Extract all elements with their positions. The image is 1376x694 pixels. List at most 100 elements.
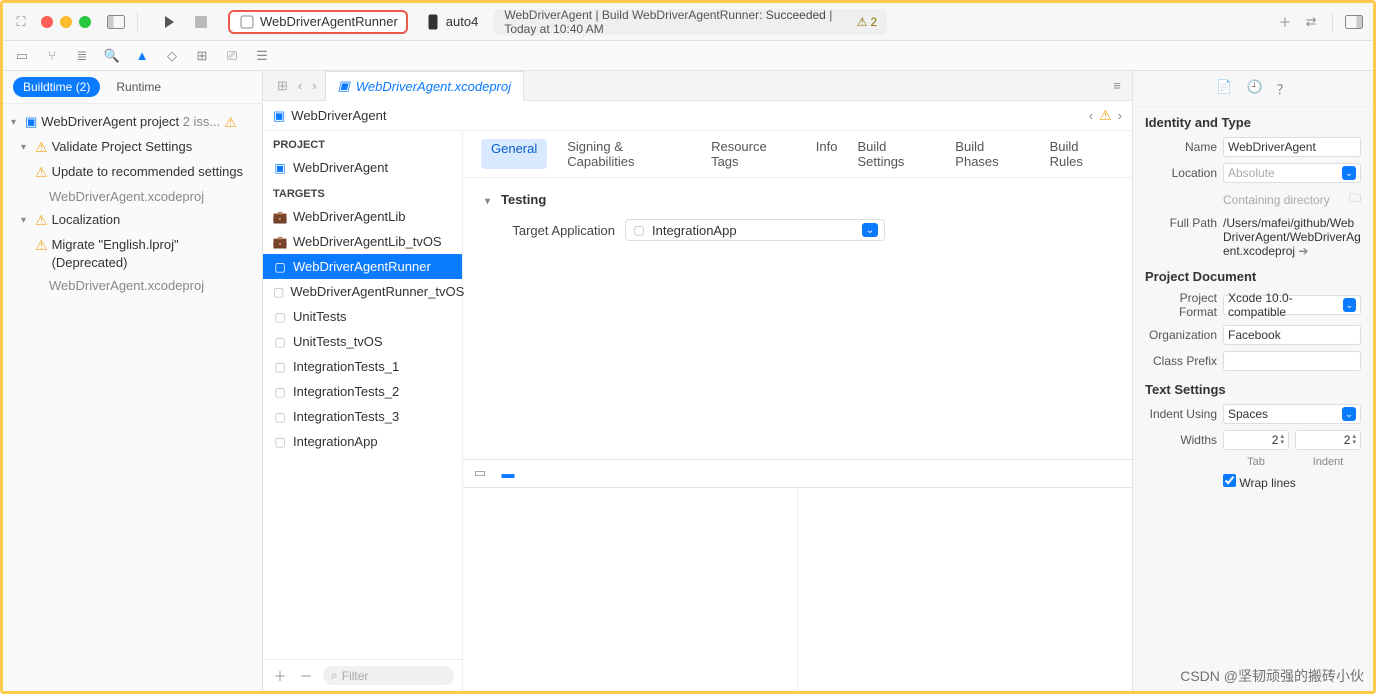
expand-icon[interactable]: ⛶ [13, 14, 29, 30]
add-target-icon[interactable]: ＋ [271, 667, 289, 685]
tree-issue-path[interactable]: WebDriverAgent.xcodeproj [7, 185, 258, 209]
device-selector[interactable]: auto4 [416, 11, 487, 33]
chevron-down-icon[interactable]: ▾ [485, 193, 495, 207]
target-item[interactable]: 💼WebDriverAgentLib [263, 204, 462, 229]
project-navigator-icon[interactable]: ▭ [13, 47, 31, 65]
tree-group[interactable]: ▾ ⚠︎ Localization [7, 208, 258, 233]
issue-navigator-icon[interactable]: ▲ [133, 47, 151, 65]
symbol-navigator-icon[interactable]: ≣ [73, 47, 91, 65]
back-icon[interactable]: ‹ [1089, 108, 1093, 123]
name-field[interactable]: WebDriverAgent [1223, 137, 1361, 157]
target-item[interactable]: ▢UnitTests_tvOS [263, 329, 462, 354]
target-icon: ▢ [273, 410, 287, 424]
project-item[interactable]: ▣ WebDriverAgent [263, 155, 462, 180]
tab-signing[interactable]: Signing & Capabilities [567, 139, 691, 169]
document-tab[interactable]: ▣ WebDriverAgent.xcodeproj [325, 71, 524, 101]
target-icon: ▢ [273, 335, 287, 349]
tree-issue[interactable]: ⚠︎ Migrate "English.lproj" (Deprecated) [7, 233, 258, 274]
window-controls[interactable] [41, 16, 91, 28]
navigator-selector: ▭ ⑂ ≣ 🔍 ▲ ◇ ⊞ ⎚ ☰ [3, 41, 1373, 71]
tab-info[interactable]: Info [816, 139, 838, 169]
tab-width-field[interactable]: 2▴▾ [1223, 430, 1289, 450]
zoom-icon[interactable] [79, 16, 91, 28]
breakpoint-toggle-icon[interactable]: ▬ [499, 464, 517, 482]
target-item[interactable]: ▢UnitTests [263, 304, 462, 329]
tab-general[interactable]: General [481, 139, 547, 169]
target-item[interactable]: ▢IntegrationTests_2 [263, 379, 462, 404]
section-testing[interactable]: ▾ Testing [485, 192, 1110, 207]
org-field[interactable]: Facebook [1223, 325, 1361, 345]
tab-resource-tags[interactable]: Resource Tags [711, 139, 796, 169]
target-icon: ▢ [273, 385, 287, 399]
status-bar[interactable]: WebDriverAgent | Build WebDriverAgentRun… [494, 9, 887, 35]
scheme-label: WebDriverAgentRunner [260, 14, 398, 29]
format-select[interactable]: Xcode 10.0-compatible⌄ [1223, 295, 1361, 315]
tree-group[interactable]: ▾ ⚠︎ Validate Project Settings [7, 135, 258, 160]
indent-width-field[interactable]: 2▴▾ [1295, 430, 1361, 450]
tab-build-settings[interactable]: Build Settings [857, 139, 935, 169]
remove-target-icon[interactable]: － [297, 667, 315, 685]
runtime-tab[interactable]: Runtime [106, 77, 171, 97]
breadcrumb[interactable]: ▣ WebDriverAgent [273, 108, 386, 124]
editor-options-icon[interactable]: ≡ [1108, 77, 1126, 95]
indent-select[interactable]: Spaces⌄ [1223, 404, 1361, 424]
target-item[interactable]: ▢IntegrationTests_1 [263, 354, 462, 379]
close-icon[interactable] [41, 16, 53, 28]
buildtime-tab[interactable]: Buildtime (2) [13, 77, 100, 97]
play-icon[interactable] [160, 13, 178, 31]
warning-icon: ⚠︎ [35, 211, 48, 230]
stepper-icon[interactable]: ▴▾ [1280, 434, 1284, 446]
add-icon[interactable]: ＋ [1276, 13, 1294, 31]
minimize-icon[interactable] [60, 16, 72, 28]
target-item[interactable]: ▢IntegrationApp [263, 429, 462, 454]
related-items-icon[interactable]: ⊞ [277, 78, 288, 94]
file-inspector-icon[interactable]: 📄 [1216, 79, 1232, 98]
target-item[interactable]: ▢IntegrationTests_3 [263, 404, 462, 429]
warning-icon: ⚠︎ [224, 113, 237, 132]
chevron-down-icon[interactable]: ▾ [11, 113, 21, 130]
history-inspector-icon[interactable]: 🕘 [1246, 79, 1262, 98]
location-select[interactable]: Absolute⌄ [1223, 163, 1361, 183]
tree-issue[interactable]: ⚠︎ Update to recommended settings [7, 160, 258, 185]
chevron-down-icon[interactable]: ▾ [21, 138, 31, 155]
target-icon: ▢ [273, 360, 287, 374]
library-icon[interactable]: ⇄ [1302, 13, 1320, 31]
forward-icon[interactable]: › [1118, 108, 1122, 123]
right-panel-toggle-icon[interactable] [1345, 13, 1363, 31]
help-inspector-icon[interactable]: ？ [1277, 79, 1290, 98]
reveal-icon[interactable]: ➔ [1298, 244, 1308, 258]
chevron-down-icon[interactable]: ▾ [21, 211, 31, 228]
left-panel-toggle-icon[interactable] [107, 13, 125, 31]
target-item-selected[interactable]: ▢WebDriverAgentRunner [263, 254, 462, 279]
tab-build-rules[interactable]: Build Rules [1050, 139, 1114, 169]
folder-icon[interactable]: 🗀 [1349, 189, 1361, 210]
stepper-icon[interactable]: ▴▾ [1352, 434, 1356, 446]
breakpoint-navigator-icon[interactable]: ⎚ [223, 47, 241, 65]
editor-tabs: General Signing & Capabilities Resource … [463, 131, 1132, 178]
report-navigator-icon[interactable]: ☰ [253, 47, 271, 65]
left-panel: Buildtime (2) Runtime ▾ ▣ WebDriverAgent… [3, 71, 263, 691]
scheme-selector[interactable]: WebDriverAgentRunner [228, 10, 408, 34]
target-item[interactable]: ▢WebDriverAgentRunner_tvOS [263, 279, 462, 304]
target-item[interactable]: 💼WebDriverAgentLib_tvOS [263, 229, 462, 254]
debug-toggle-icon[interactable]: ▭ [471, 464, 489, 482]
forward-icon[interactable]: › [312, 78, 316, 93]
wrap-lines-checkbox[interactable] [1223, 474, 1236, 487]
tab-build-phases[interactable]: Build Phases [955, 139, 1029, 169]
prefix-field[interactable] [1223, 351, 1361, 371]
target-app-label: Target Application [485, 223, 615, 238]
source-control-icon[interactable]: ⑂ [43, 47, 61, 65]
back-icon[interactable]: ‹ [298, 78, 302, 93]
test-navigator-icon[interactable]: ◇ [163, 47, 181, 65]
status-warning[interactable]: ⚠︎ 2 [857, 15, 877, 29]
document-tab-label: WebDriverAgent.xcodeproj [356, 79, 511, 94]
find-navigator-icon[interactable]: 🔍 [103, 47, 121, 65]
tree-issue-path[interactable]: WebDriverAgent.xcodeproj [7, 274, 258, 298]
target-filter[interactable]: ⌕ Filter [323, 666, 454, 685]
device-label: auto4 [446, 14, 479, 29]
stop-icon[interactable] [192, 13, 210, 31]
tree-root[interactable]: ▾ ▣ WebDriverAgent project 2 iss... ⚠︎ [7, 110, 258, 135]
target-icon: ▢ [273, 285, 284, 299]
debug-navigator-icon[interactable]: ⊞ [193, 47, 211, 65]
target-app-select[interactable]: ▢ IntegrationApp ⌄ [625, 219, 885, 241]
